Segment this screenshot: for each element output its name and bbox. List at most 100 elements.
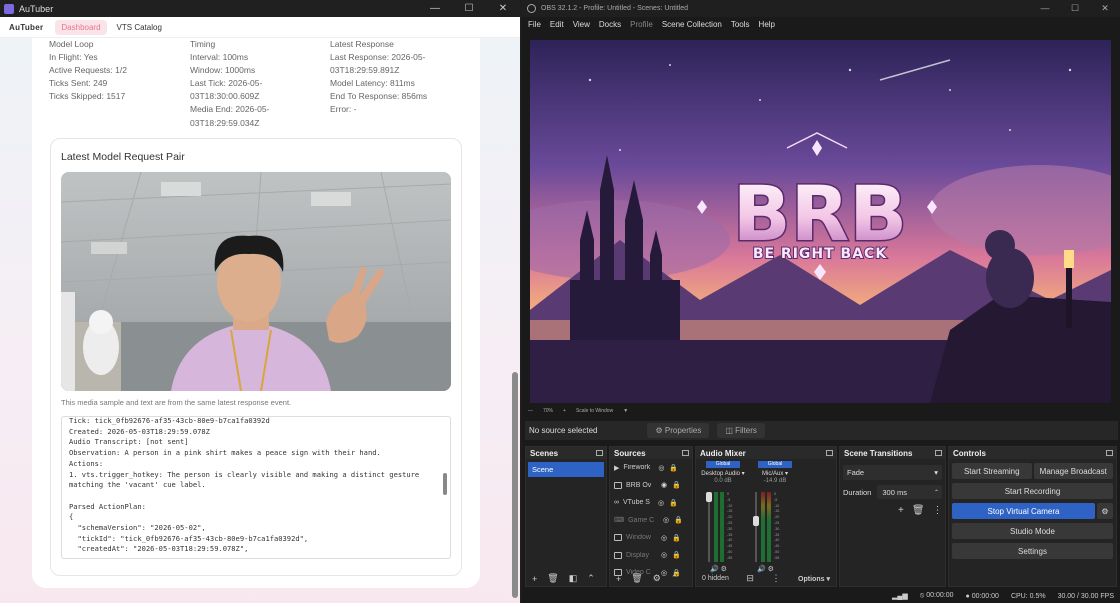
maximize-icon[interactable]: ☐ [452,3,486,14]
properties-button[interactable]: ⚙ Properties [647,423,710,438]
autuber-titlebar: AuTuber — ☐ ✕ [0,0,520,17]
lock-icon[interactable]: 🔒 [672,534,681,542]
menu-scene-collection[interactable]: Scene Collection [662,20,722,29]
zoom-dropdown-icon[interactable]: ▼ [623,408,628,414]
minimize-icon[interactable]: — [418,3,452,14]
undock-icon[interactable] [596,450,603,456]
source-item[interactable]: ∞ VTube S ◎ 🔒 [610,494,692,512]
virtual-camera-settings-icon[interactable]: ⚙ [1097,503,1113,519]
fader-knob[interactable] [706,492,712,502]
remove-transition-icon[interactable]: 🗑 [912,505,925,516]
layout-icon[interactable]: ⊟ [746,573,754,584]
menu-docks[interactable]: Docks [599,20,621,29]
lock-icon[interactable]: 🔒 [674,516,683,524]
play-icon: ▶ [614,464,620,472]
zoom-in-icon[interactable]: + [563,408,566,414]
more-icon[interactable]: ⋮ [933,505,943,516]
stream-status: ⦸ 00:00:00 [919,592,954,599]
channel-name[interactable]: Mic/Aux ▾ [748,470,802,477]
source-item[interactable]: Window ◎ 🔒 [610,529,692,547]
eye-icon[interactable]: ◉ [660,481,668,489]
source-item[interactable]: Display ◎ 🔒 [610,547,692,565]
request-pair-panel: Latest Model Request Pair This media sam… [50,138,462,576]
source-item[interactable]: ▶ Firework ◎ 🔒 [610,459,692,477]
source-settings-icon[interactable]: ⚙ [653,573,661,584]
filter-icon: ◫ [725,426,736,435]
move-up-icon[interactable]: ⌃ [671,573,679,584]
level-meter [767,492,771,562]
cpu-usage: CPU: 0.5% [1010,592,1046,600]
obs-maximize-icon[interactable]: ☐ [1060,3,1090,14]
lock-icon[interactable]: 🔒 [672,551,681,559]
menu-file[interactable]: File [528,20,541,29]
obs-minimize-icon[interactable]: — [1030,3,1060,14]
log-scroll-thumb[interactable] [443,473,447,495]
zoom-mode[interactable]: Scale to Window [576,408,613,414]
level-meter [720,492,724,562]
filters-button[interactable]: ◫ Filters [717,423,765,438]
undock-icon[interactable] [826,450,833,456]
eye-icon[interactable]: ◎ [660,551,668,559]
zoom-out-icon[interactable]: — [528,408,533,414]
undock-icon[interactable] [935,450,942,456]
close-icon[interactable]: ✕ [486,3,520,14]
top-nav: AuTuber Dashboard VTS Catalog [0,17,520,38]
tab-dashboard[interactable]: Dashboard [55,19,107,35]
source-name: BRB Ov [626,481,652,489]
lock-icon[interactable]: 🔒 [669,464,678,472]
start-recording-button[interactable]: Start Recording [952,483,1113,499]
volume-fader[interactable] [708,492,710,562]
add-source-icon[interactable]: + [616,574,621,584]
eye-icon[interactable]: ◎ [657,464,665,472]
remove-scene-icon[interactable]: 🗑 [547,573,558,584]
settings-button[interactable]: Settings [952,543,1113,559]
stepper-icon[interactable]: ⌃ [934,489,939,496]
hidden-count[interactable]: 0 hidden [702,575,729,582]
eye-icon[interactable]: ◎ [662,516,670,524]
menu-view[interactable]: View [573,20,590,29]
add-scene-icon[interactable]: + [532,574,537,584]
controls-title: Controls [953,448,986,458]
lock-icon[interactable]: 🔒 [672,481,681,489]
obs-preview[interactable]: BRB BE RIGHT BACK [490,40,1120,403]
studio-mode-button[interactable]: Studio Mode [952,523,1113,539]
lock-icon[interactable]: 🔒 [669,499,678,507]
options-button[interactable]: Options ▾ [798,575,830,583]
menu-tools[interactable]: Tools [731,20,750,29]
obs-titlebar: OBS 32.1.2 - Profile: Untitled - Scenes:… [522,0,1120,17]
stop-virtual-camera-button[interactable]: Stop Virtual Camera [952,503,1095,519]
eye-icon[interactable]: ◎ [657,499,665,507]
fader-knob[interactable] [753,516,759,526]
mixer-channel-mic: Global Mic/Aux ▾ -14.9 dB 0 -5 -10 -15 -20 -2… [748,461,802,573]
page-scrollbar[interactable] [512,372,518,598]
latest-response-stats: Latest Response Last Response: 2026-05- … [330,38,427,117]
signal-icon: ▂▄▆ [892,593,908,600]
start-streaming-button[interactable]: Start Streaming [952,463,1032,479]
undock-icon[interactable] [682,450,689,456]
tab-vts-catalog[interactable]: VTS Catalog [111,20,168,35]
response-log-text: Tick: tick_0fb92676-af35-43cb-80e9-b7ca1… [69,416,420,554]
move-up-icon[interactable]: ⌃ [587,573,595,584]
scene-item[interactable]: Scene [528,462,604,477]
source-item[interactable]: BRB Ov ◉ 🔒 [610,477,692,495]
duration-input[interactable]: 300 ms ⌃ [877,485,942,499]
more-icon[interactable]: ⋮ [772,573,781,584]
volume-fader[interactable] [755,492,757,562]
eye-icon[interactable]: ◎ [660,534,668,542]
response-log-textarea[interactable]: Tick: tick_0fb92676-af35-43cb-80e9-b7ca1… [61,416,451,559]
source-item[interactable]: ⌨ Game C ◎ 🔒 [610,512,692,530]
transition-select[interactable]: Fade ▾ [843,465,942,480]
undock-icon[interactable] [1106,450,1113,456]
manage-broadcast-button[interactable]: Manage Broadcast [1033,463,1113,479]
obs-close-icon[interactable]: ✕ [1090,3,1120,14]
add-transition-icon[interactable]: + [898,505,904,516]
channel-name[interactable]: Desktop Audio ▾ [696,470,750,477]
menu-help[interactable]: Help [759,20,775,29]
scene-filter-icon[interactable]: ◧ [569,573,578,584]
menu-profile[interactable]: Profile [630,20,653,29]
channel-db: -14.9 dB [763,478,787,484]
db-scale: 0 -5 -10 -15 -20 -25 -30 -35 -40 -45 -50 -55 [727,492,733,560]
menu-edit[interactable]: Edit [550,20,564,29]
remove-source-icon[interactable]: 🗑 [631,573,642,584]
log-scrollbar[interactable] [442,419,448,556]
